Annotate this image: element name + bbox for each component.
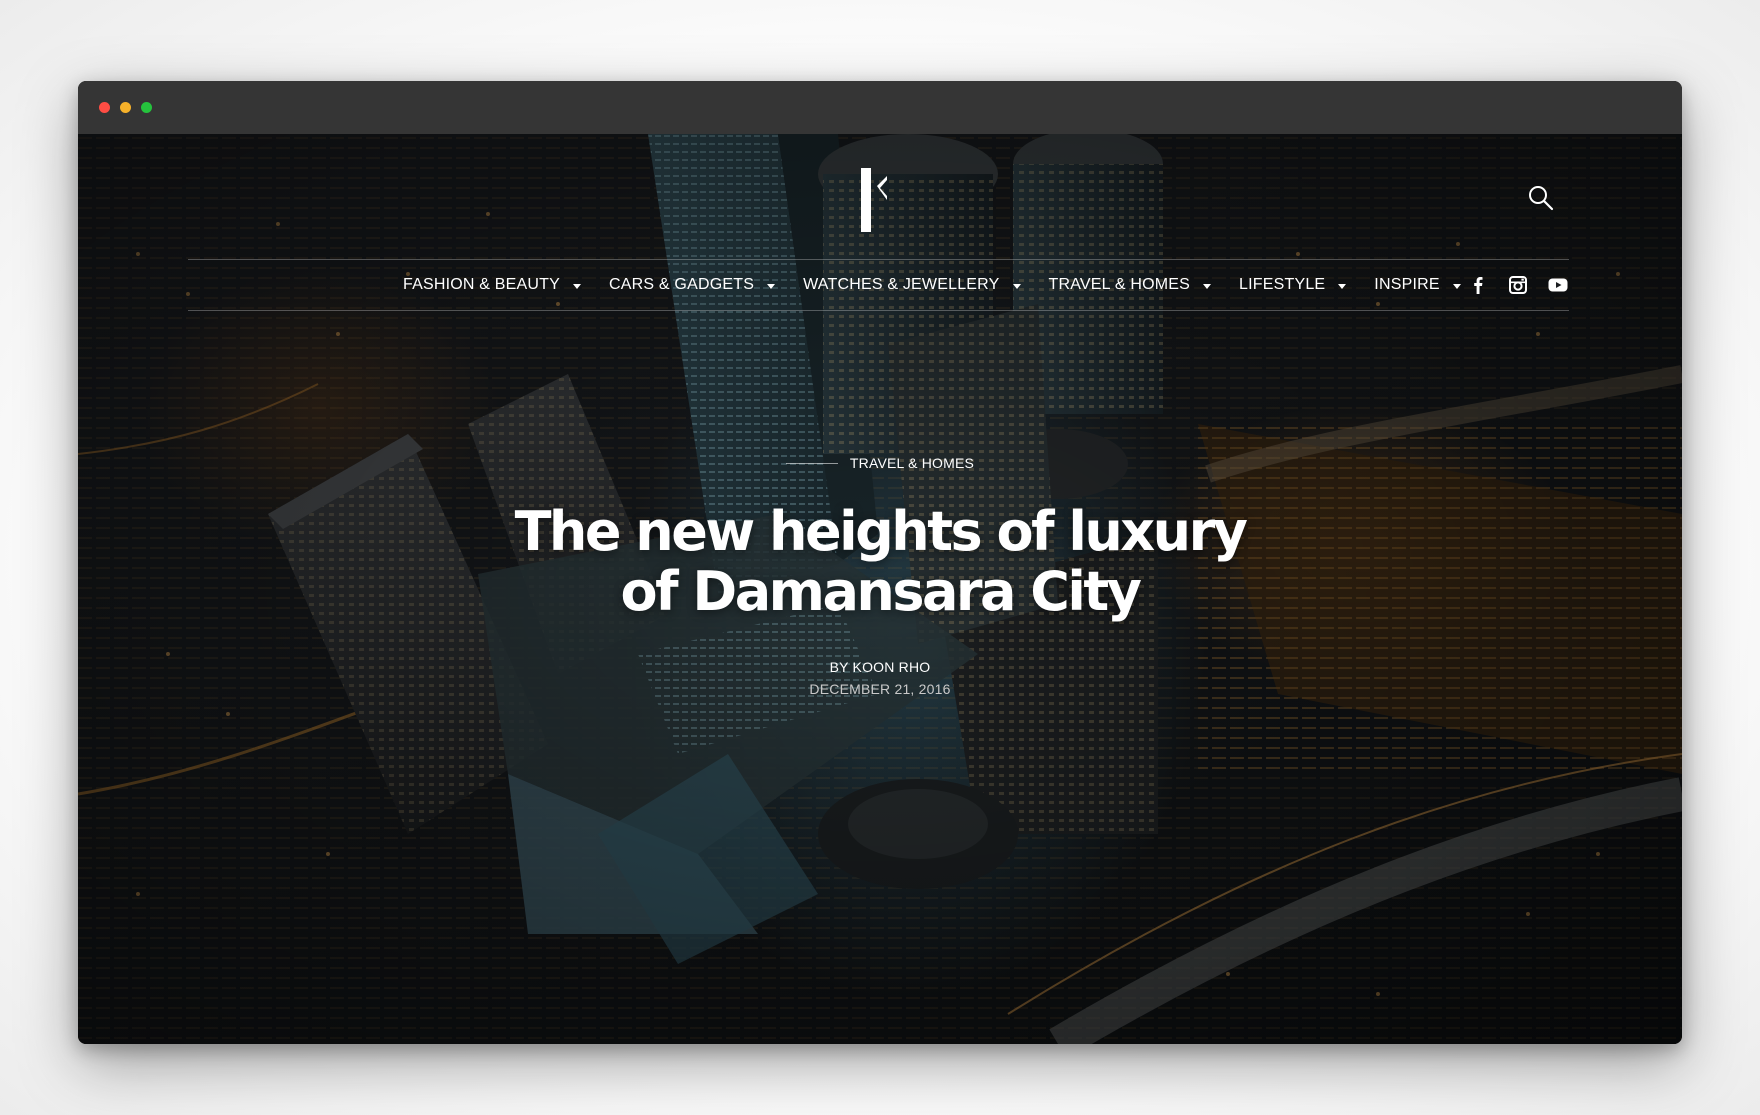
hero-banner: FASHION & BEAUTY CARS & GADGETS WATCHES …: [78, 134, 1682, 1044]
nav-item-label: CARS & GADGETS: [609, 276, 755, 293]
caret-down-icon: [767, 283, 776, 289]
caret-down-icon: [1338, 283, 1347, 289]
search-icon[interactable]: [1527, 184, 1555, 212]
nav-item-label: WATCHES & JEWELLERY: [803, 276, 1000, 293]
nav-item-travel-homes[interactable]: TRAVEL & HOMES: [1049, 276, 1212, 294]
nav-item-label: LIFESTYLE: [1239, 276, 1326, 293]
caret-down-icon: [1203, 283, 1212, 289]
article-title-line-2: of Damansara City: [620, 560, 1142, 623]
browser-window: FASHION & BEAUTY CARS & GADGETS WATCHES …: [78, 81, 1682, 1044]
window-titlebar: [78, 81, 1682, 134]
nav-item-label: INSPIRE: [1374, 276, 1440, 293]
social-links: [1467, 260, 1569, 310]
youtube-icon[interactable]: [1547, 274, 1569, 296]
caret-down-icon: [1452, 283, 1461, 289]
main-navigation: FASHION & BEAUTY CARS & GADGETS WATCHES …: [188, 260, 1569, 310]
nav-item-lifestyle[interactable]: LIFESTYLE: [1239, 276, 1347, 294]
brand-logo-icon[interactable]: [853, 166, 893, 234]
nav-item-inspire[interactable]: INSPIRE: [1374, 276, 1461, 294]
nav-menu: FASHION & BEAUTY CARS & GADGETS WATCHES …: [403, 260, 1489, 310]
nav-bottom-divider: [188, 310, 1569, 311]
caret-down-icon: [1012, 283, 1021, 289]
article-date: DECEMBER 21, 2016: [809, 681, 951, 697]
close-window-button[interactable]: [99, 102, 110, 113]
nav-item-cars-gadgets[interactable]: CARS & GADGETS: [609, 276, 776, 294]
facebook-icon[interactable]: [1467, 274, 1489, 296]
nav-item-label: FASHION & BEAUTY: [403, 276, 561, 293]
article-title-line-1: The new heights of luxury: [514, 500, 1248, 563]
zoom-window-button[interactable]: [141, 102, 152, 113]
caret-down-icon: [573, 283, 582, 289]
nav-item-watches-jewellery[interactable]: WATCHES & JEWELLERY: [803, 276, 1021, 294]
screenshot-stage: FASHION & BEAUTY CARS & GADGETS WATCHES …: [0, 0, 1760, 1115]
category-link[interactable]: TRAVEL & HOMES: [785, 455, 974, 471]
minimize-window-button[interactable]: [120, 102, 131, 113]
article-byline[interactable]: BY KOON RHO: [78, 659, 1682, 675]
instagram-icon[interactable]: [1507, 274, 1529, 296]
article-title[interactable]: The new heights of luxury of Damansara C…: [78, 502, 1682, 622]
article-category: TRAVEL & HOMES: [78, 455, 1682, 471]
nav-item-label: TRAVEL & HOMES: [1048, 276, 1191, 293]
nav-item-fashion-beauty[interactable]: FASHION & BEAUTY: [403, 276, 582, 294]
